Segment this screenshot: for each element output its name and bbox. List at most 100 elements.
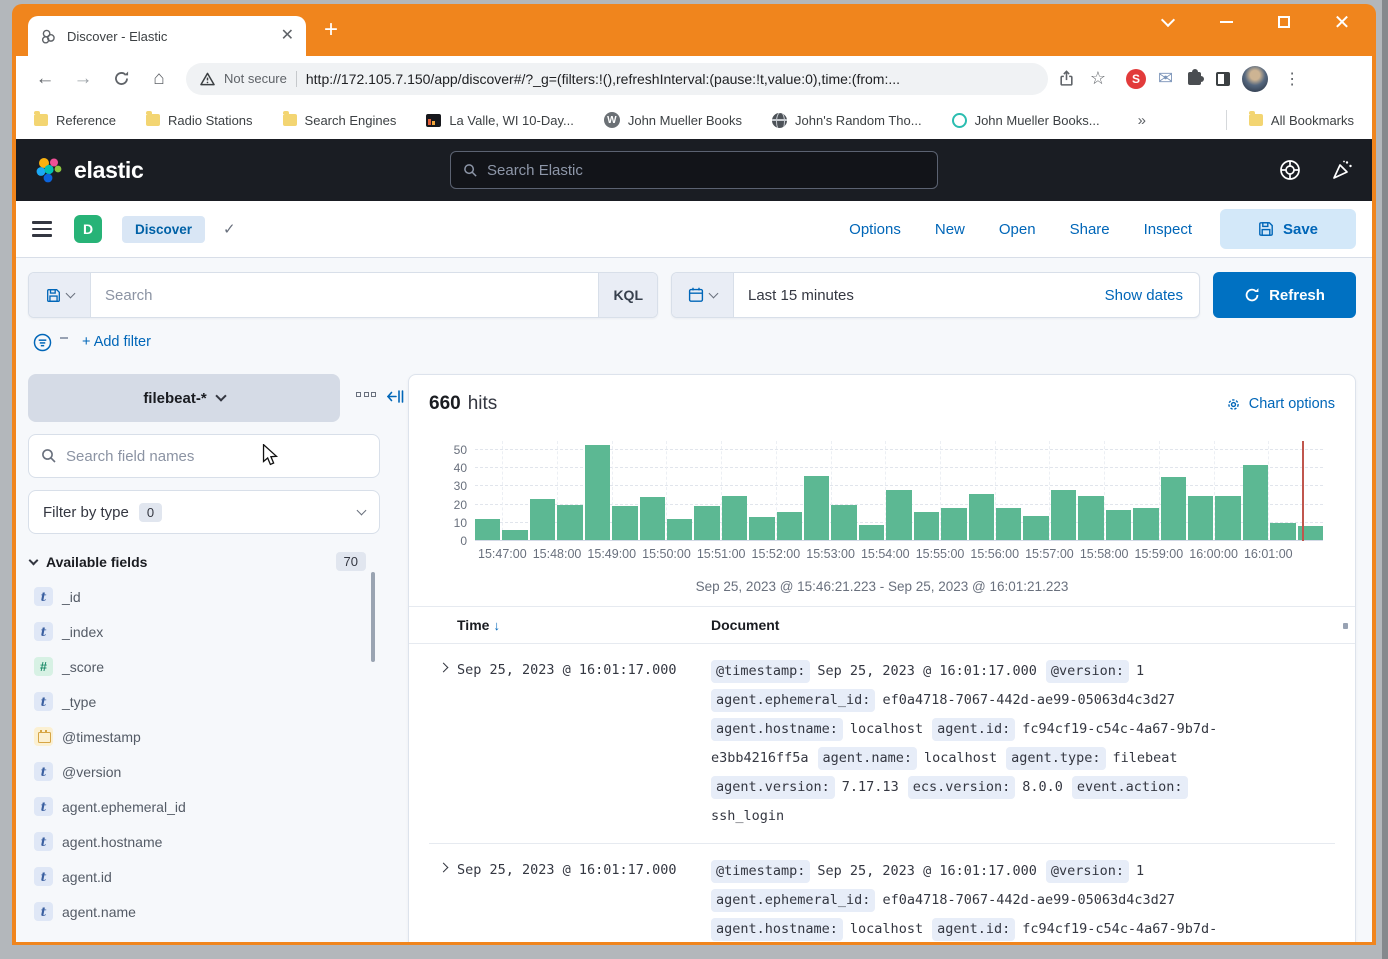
nav-link-inspect[interactable]: Inspect	[1144, 221, 1192, 238]
field-pill[interactable]: agent.id:	[932, 918, 1015, 941]
field-pill[interactable]: event.action:	[1072, 776, 1188, 799]
nav-link-open[interactable]: Open	[999, 221, 1036, 238]
field-item[interactable]: tagent.id	[28, 859, 380, 894]
field-pill[interactable]: agent.hostname:	[711, 718, 843, 741]
new-tab-button[interactable]: +	[324, 16, 338, 44]
histogram-bar[interactable]	[804, 476, 829, 541]
side-panel-icon[interactable]	[1216, 72, 1230, 86]
breadcrumb-discover[interactable]: Discover	[122, 216, 205, 243]
browser-menu-icon[interactable]: ⋮	[1284, 69, 1300, 89]
histogram-bar[interactable]	[694, 506, 719, 541]
histogram-bar[interactable]	[1106, 510, 1131, 541]
field-item[interactable]: #_score	[28, 649, 380, 684]
collapse-sidebar-icon[interactable]	[385, 388, 404, 410]
histogram-bar[interactable]	[996, 508, 1021, 541]
address-bar[interactable]: Not secure http://172.105.7.150/app/disc…	[186, 63, 1048, 95]
show-dates-button[interactable]: Show dates	[1105, 287, 1199, 304]
bookmark-item[interactable]: La Valle, WI 10-Day...	[426, 113, 574, 128]
extensions-puzzle-icon[interactable]	[1188, 72, 1201, 85]
histogram-bar[interactable]	[530, 499, 555, 541]
bookmark-item[interactable]: Radio Stations	[146, 113, 253, 128]
time-range-value[interactable]: Last 15 minutes	[734, 287, 854, 304]
field-pill[interactable]: agent.hostname:	[711, 918, 843, 941]
forward-icon[interactable]: →	[66, 62, 100, 96]
bookmark-item[interactable]: WJohn Mueller Books	[604, 112, 742, 128]
window-menu-chevron-icon[interactable]	[1160, 14, 1176, 30]
elastic-brand[interactable]: elastic	[34, 155, 334, 185]
nav-link-new[interactable]: New	[935, 221, 965, 238]
window-close-button[interactable]: ✕	[1334, 14, 1350, 30]
field-item[interactable]: t_id	[28, 579, 380, 614]
bookmarks-overflow-chevron[interactable]: »	[1138, 112, 1146, 129]
field-pill[interactable]: agent.name:	[818, 747, 917, 770]
field-item[interactable]: t_type	[28, 684, 380, 719]
histogram-bar[interactable]	[859, 525, 884, 541]
back-icon[interactable]: ←	[28, 62, 62, 96]
field-pill[interactable]: @timestamp:	[711, 660, 810, 683]
histogram-bar[interactable]	[749, 517, 774, 541]
chart-options-button[interactable]: Chart options	[1226, 396, 1335, 412]
field-item[interactable]: tagent.name	[28, 894, 380, 929]
histogram-bar[interactable]	[1133, 508, 1158, 541]
histogram-bar[interactable]	[1270, 523, 1295, 541]
nav-link-share[interactable]: Share	[1070, 221, 1110, 238]
extension-mail-icon[interactable]: ✉	[1158, 68, 1173, 89]
share-icon[interactable]	[1052, 70, 1080, 87]
histogram-bar[interactable]	[1078, 496, 1103, 541]
histogram-bar[interactable]	[914, 512, 939, 541]
all-bookmarks-button[interactable]: All Bookmarks	[1249, 113, 1354, 128]
field-pill[interactable]: agent.id:	[932, 718, 1015, 741]
histogram-bar[interactable]	[1161, 477, 1186, 541]
menu-hamburger-icon[interactable]	[32, 217, 52, 241]
field-pill[interactable]: ecs.version:	[908, 776, 1016, 799]
column-time[interactable]: Time↓	[429, 617, 697, 633]
field-settings-icon[interactable]	[356, 392, 376, 397]
save-button[interactable]: Save	[1220, 209, 1356, 249]
field-item[interactable]: t@version	[28, 754, 380, 789]
filters-icon[interactable]	[33, 333, 52, 352]
date-quick-menu[interactable]	[672, 273, 734, 317]
bookmark-item[interactable]: Reference	[34, 113, 116, 128]
histogram-bar[interactable]	[667, 519, 692, 541]
reload-icon[interactable]	[104, 62, 138, 96]
extension-shield-icon[interactable]: S	[1126, 69, 1146, 89]
field-item[interactable]: @timestamp	[28, 719, 380, 754]
window-minimize-button[interactable]	[1218, 14, 1234, 30]
date-picker[interactable]: Last 15 minutes Show dates	[671, 272, 1200, 318]
index-pattern-selector[interactable]: filebeat-*	[28, 374, 340, 422]
histogram-bar[interactable]	[1023, 516, 1048, 541]
bookmark-item[interactable]: John's Random Tho...	[772, 113, 922, 128]
histogram-bar[interactable]	[777, 512, 802, 541]
histogram-bar[interactable]	[640, 497, 665, 541]
sort-desc-icon[interactable]: ↓	[493, 618, 500, 633]
tab-close-icon[interactable]: ✕	[281, 28, 294, 44]
help-life-ring-icon[interactable]	[1278, 158, 1302, 182]
sidebar-scrollbar[interactable]	[371, 572, 375, 662]
row-expand-icon[interactable]	[429, 857, 457, 942]
field-pill[interactable]: agent.version:	[711, 776, 835, 799]
browser-tab[interactable]: Discover - Elastic ✕	[28, 16, 306, 56]
field-pill[interactable]: agent.ephemeral_id:	[711, 889, 875, 912]
refresh-button[interactable]: Refresh	[1213, 272, 1356, 318]
histogram-bar[interactable]	[969, 494, 994, 541]
histogram-bar[interactable]	[831, 505, 856, 541]
kql-language-button[interactable]: KQL	[598, 273, 657, 317]
field-item[interactable]: t_index	[28, 614, 380, 649]
histogram-bar[interactable]	[722, 496, 747, 541]
bookmark-item[interactable]: Search Engines	[283, 113, 397, 128]
histogram-bar[interactable]	[1051, 490, 1076, 541]
field-search-input[interactable]: Search field names	[28, 434, 380, 478]
field-pill[interactable]: @timestamp:	[711, 860, 810, 883]
available-fields-header[interactable]: Available fields 70	[28, 552, 380, 571]
histogram-bar[interactable]	[475, 519, 500, 541]
histogram-bar[interactable]	[941, 508, 966, 541]
table-scrollbar[interactable]	[1343, 623, 1348, 629]
field-pill[interactable]: agent.type:	[1006, 747, 1105, 770]
field-item[interactable]: tagent.ephemeral_id	[28, 789, 380, 824]
home-icon[interactable]: ⌂	[142, 62, 176, 96]
histogram-bar[interactable]	[557, 505, 582, 541]
profile-avatar[interactable]	[1242, 66, 1268, 92]
field-pill[interactable]: @version:	[1046, 660, 1129, 683]
histogram-bar[interactable]	[585, 445, 610, 541]
histogram-bar[interactable]	[1188, 496, 1213, 541]
